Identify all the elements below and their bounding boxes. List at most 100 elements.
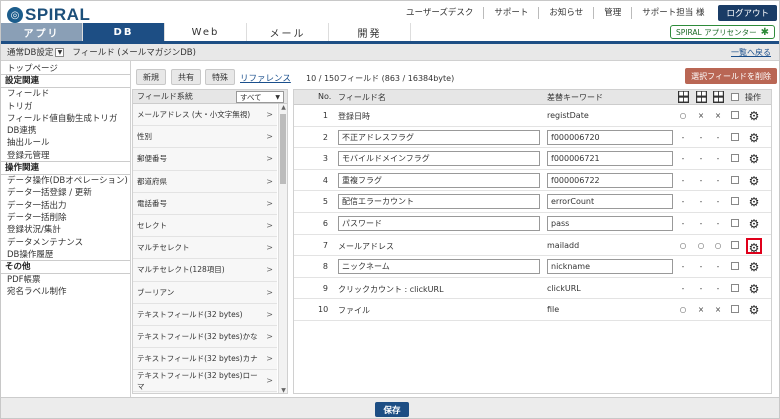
sidebar-item-bulk-delete[interactable]: データ一括削除 <box>1 212 130 224</box>
sidebar-item-source[interactable]: 登録元管理 <box>1 150 130 163</box>
scroll-down-icon[interactable]: ▼ <box>279 387 287 393</box>
row-checkbox[interactable] <box>731 154 739 163</box>
tab-web[interactable]: Web <box>165 23 247 41</box>
table-row: 6 パスワード pass - - - ⚙ <box>294 213 771 235</box>
row-checkbox[interactable] <box>731 175 739 184</box>
row-checkbox[interactable] <box>731 262 739 271</box>
gear-icon[interactable]: ⚙ <box>746 151 762 167</box>
tab-app[interactable]: アプリ <box>1 23 83 41</box>
reference-link[interactable]: リファレンス <box>240 72 291 84</box>
field-type-item[interactable]: テキストフィールド(32 bytes)カナ > <box>133 348 277 371</box>
top-link-news[interactable]: お知らせ <box>538 7 593 19</box>
gear-icon[interactable]: ⚙ <box>746 237 762 255</box>
sidebar-section-other: その他 <box>1 261 130 275</box>
col-no: No. <box>318 92 332 101</box>
tab-mail[interactable]: メール <box>247 23 329 41</box>
sidebar-item-bulk-register[interactable]: データ一括登録 / 更新 <box>1 187 130 199</box>
keyword-input[interactable]: pass <box>547 216 673 231</box>
sidebar-item-maintenance[interactable]: データメンテナンス <box>1 237 130 249</box>
gear-icon[interactable]: ⚙ <box>746 194 762 210</box>
field-type-filter[interactable]: すべて ▼ <box>236 91 284 103</box>
sidebar-item-bulk-export[interactable]: データ一括出力 <box>1 200 130 212</box>
field-type-item[interactable]: 電話番号 > <box>133 192 277 215</box>
keyword-input[interactable]: f000006720 <box>547 129 673 145</box>
field-type-item[interactable]: 郵便番号 > <box>133 148 277 171</box>
sidebar-item-trigger[interactable]: トリガ <box>1 101 130 113</box>
top-link-users-desk[interactable]: ユーザーズデスク <box>396 7 483 19</box>
sidebar-item-extract-rule[interactable]: 抽出ルール <box>1 137 130 149</box>
field-type-item[interactable]: テキストフィールド(32 bytes) > <box>133 303 277 326</box>
sidebar-item-status[interactable]: 登録状況/集計 <box>1 224 130 236</box>
sidebar-item-pdf[interactable]: PDF帳票 <box>1 274 130 286</box>
gear-icon[interactable]: ⚙ <box>746 216 762 232</box>
row-checkbox[interactable] <box>731 132 739 141</box>
scroll-up-icon[interactable]: ▲ <box>279 104 287 112</box>
tab-db[interactable]: DB <box>83 23 165 41</box>
table-row: 5 配信エラーカウント errorCount - - - ⚙ <box>294 191 771 213</box>
field-type-item[interactable]: テキストフィールド(64 bytes)> <box>133 392 277 393</box>
field-type-item[interactable]: テキストフィールド(32 bytes)かな > <box>133 325 277 349</box>
sidebar-item-auto-trigger[interactable]: フィールド値自動生成トリガ <box>1 113 130 125</box>
field-type-label: テキストフィールド(32 bytes)かな <box>137 331 258 341</box>
gear-icon[interactable]: ⚙ <box>746 130 762 146</box>
field-name-input[interactable]: ニックネーム <box>338 259 540 275</box>
sidebar-item-label[interactable]: 宛名ラベル制作 <box>1 286 130 298</box>
field-type-item[interactable]: マルチセレクト(128項目) > <box>133 259 277 282</box>
db-setting-label[interactable]: 通常DB設定 <box>7 46 53 58</box>
keyword-input[interactable]: nickname <box>547 259 673 275</box>
gear-icon[interactable]: ⚙ <box>746 302 762 318</box>
row-checkbox[interactable] <box>731 111 739 119</box>
row-number: 7 <box>322 240 328 250</box>
top-link-user[interactable]: サポート担当 様 <box>631 7 714 19</box>
gear-icon[interactable]: ⚙ <box>746 108 762 124</box>
new-button[interactable]: 新規 <box>136 69 166 85</box>
field-type-item[interactable]: メールアドレス (大・小文字無視) > <box>133 104 277 127</box>
save-button[interactable]: 保存 <box>375 402 409 417</box>
sidebar-item-top[interactable]: トップページ <box>1 63 130 76</box>
top-link-admin[interactable]: 管理 <box>593 7 631 19</box>
unique-flag: - <box>699 262 703 272</box>
required-icon: ■■ ■■ <box>678 91 689 103</box>
field-name-input[interactable]: モバイルドメインフラグ <box>338 151 540 167</box>
keyword-input[interactable]: f000006722 <box>547 172 673 188</box>
row-checkbox[interactable] <box>731 240 739 249</box>
field-type-item[interactable]: テキストフィールド(32 bytes)ローマ > <box>133 370 277 393</box>
sidebar-item-history[interactable]: DB操作履歴 <box>1 249 130 262</box>
row-checkbox[interactable] <box>731 305 739 314</box>
field-name-input[interactable]: 不正アドレスフラグ <box>338 129 540 145</box>
select-all-checkbox[interactable] <box>731 93 739 101</box>
sidebar-item-db-link[interactable]: DB連携 <box>1 125 130 137</box>
top-link-support[interactable]: サポート <box>483 7 538 19</box>
unique-flag: - <box>699 154 703 164</box>
share-button[interactable]: 共有 <box>171 69 201 85</box>
field-type-item[interactable]: マルチセレクト > <box>133 237 277 260</box>
field-type-item[interactable]: 都道府県 > <box>133 170 277 193</box>
field-type-scrollbar[interactable]: ▲ ▼ <box>278 104 287 393</box>
special-button[interactable]: 特殊 <box>205 69 235 85</box>
scroll-thumb[interactable] <box>280 114 286 184</box>
gear-icon[interactable]: ⚙ <box>746 259 762 275</box>
delete-selected-button[interactable]: 選択フィールドを削除 <box>685 68 777 84</box>
field-type-item[interactable]: セレクト > <box>133 214 277 238</box>
row-checkbox[interactable] <box>731 197 739 206</box>
row-checkbox[interactable] <box>731 283 739 292</box>
field-name-input[interactable]: 配信エラーカウント <box>338 194 540 210</box>
gear-icon[interactable]: ⚙ <box>746 173 762 189</box>
row-number: 8 <box>322 262 328 272</box>
field-name-input[interactable]: 重複フラグ <box>338 172 540 188</box>
row-number: 5 <box>322 197 328 207</box>
chevron-down-icon[interactable]: ▼ <box>55 47 65 57</box>
app-center-button[interactable]: SPIRAL アプリセンター ✱ <box>670 25 775 39</box>
back-to-list-link[interactable]: 一覧へ戻る <box>731 47 771 58</box>
row-checkbox[interactable] <box>731 219 739 227</box>
gear-icon[interactable]: ⚙ <box>746 281 762 297</box>
keyword-input[interactable]: errorCount <box>547 194 673 210</box>
tab-dev[interactable]: 開発 <box>329 23 411 41</box>
field-type-item[interactable]: 性別 > <box>133 126 277 149</box>
keyword-input[interactable]: f000006721 <box>547 151 673 167</box>
field-type-item[interactable]: ブーリアン > <box>133 281 277 304</box>
sidebar-item-field[interactable]: フィールド <box>1 88 130 101</box>
sidebar-item-db-operation[interactable]: データ操作(DBオペレーション) <box>1 175 130 187</box>
logout-button[interactable]: ログアウト <box>718 5 777 21</box>
field-name-input[interactable]: パスワード <box>338 216 540 231</box>
